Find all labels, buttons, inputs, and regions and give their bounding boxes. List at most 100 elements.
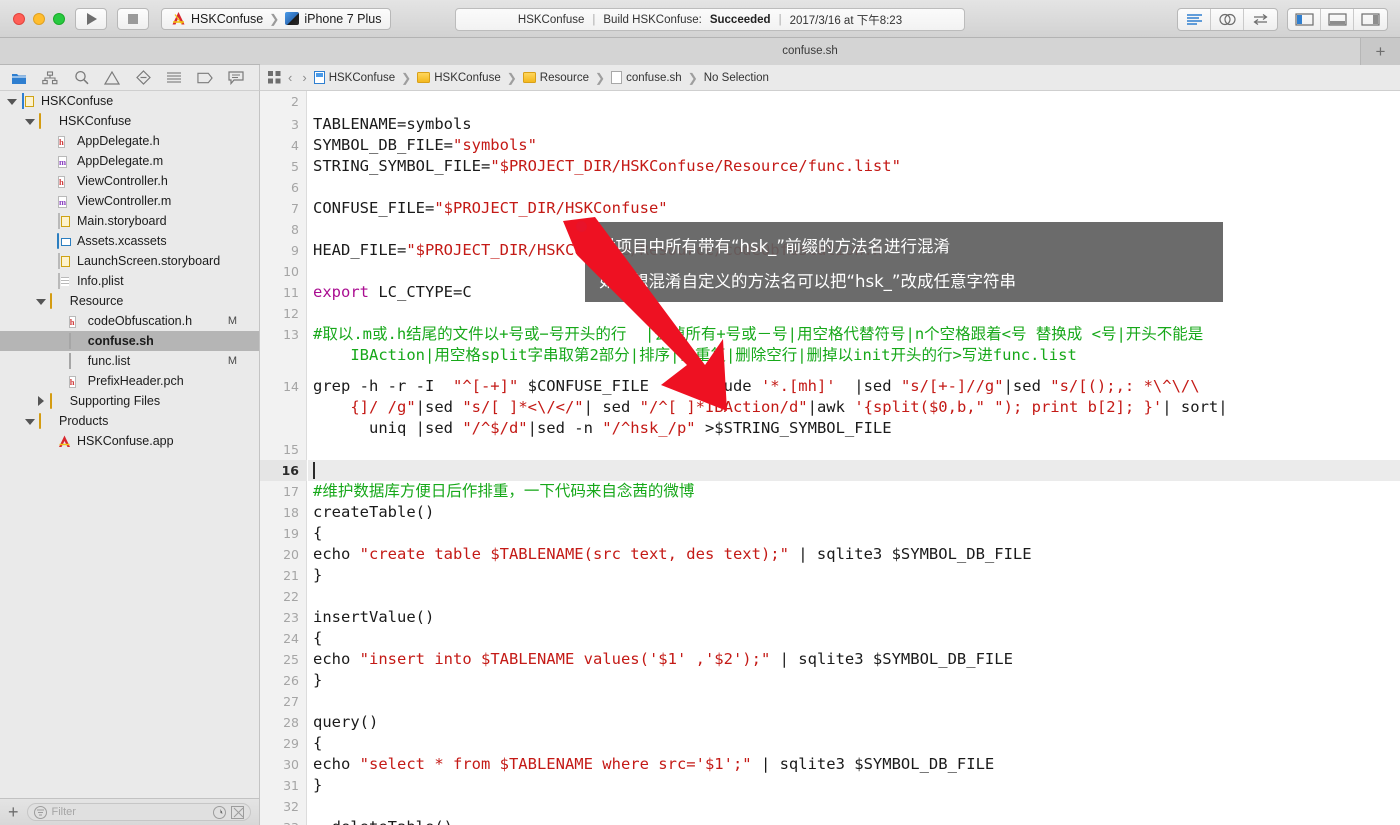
- sidebar-item-codeobfuscation-h[interactable]: h codeObfuscation.h M: [0, 311, 259, 331]
- utilities-panel-toggle[interactable]: [1354, 9, 1387, 30]
- document-icon: [68, 332, 71, 349]
- symbol-navigator-icon[interactable]: [42, 70, 58, 86]
- breadcrumb-label: No Selection: [703, 71, 769, 84]
- line-number: 12: [283, 306, 299, 321]
- code-line[interactable]: createTable(): [313, 502, 434, 523]
- minimize-window-button[interactable]: [33, 12, 45, 25]
- sidebar-item-func-list[interactable]: func.list M: [0, 351, 259, 371]
- code-line[interactable]: echo "select * from $TABLENAME where src…: [313, 754, 994, 775]
- code-line[interactable]: IBAction|用空格split字串取第2部分|排序|去重复|删除空行|删掉以…: [313, 345, 1076, 366]
- code-line[interactable]: uniq |sed "/^$/d"|sed -n "/^hsk_/p" >$ST…: [313, 418, 892, 439]
- disclosure-triangle-closed[interactable]: [36, 395, 47, 407]
- scheme-selector[interactable]: HSKConfuse ❯ iPhone 7 Plus: [161, 7, 392, 30]
- new-tab-button[interactable]: +: [1360, 37, 1400, 65]
- code-line[interactable]: #取以.m或.h结尾的文件以+号或−号开头的行 |去掉所有+号或－号|用空格代替…: [313, 324, 1203, 345]
- project-navigator-icon[interactable]: [11, 70, 27, 86]
- sidebar-item-hskconfuse-app[interactable]: HSKConfuse.app: [0, 431, 259, 451]
- sidebar-item-viewcontroller-h[interactable]: h ViewController.h: [0, 171, 259, 191]
- stop-button[interactable]: [117, 7, 149, 30]
- code-line[interactable]: query(): [313, 712, 378, 733]
- disclosure-triangle-open[interactable]: [35, 296, 47, 307]
- sidebar-item-resource[interactable]: Resource: [0, 291, 259, 311]
- clock-icon[interactable]: [213, 805, 226, 819]
- sidebar-item-launchscreen-storyboard[interactable]: LaunchScreen.storyboard: [0, 251, 259, 271]
- sidebar-item-info-plist[interactable]: Info.plist: [0, 271, 259, 291]
- line-number: 27: [283, 694, 299, 709]
- debug-navigator-icon[interactable]: [166, 70, 182, 86]
- disclosure-triangle-open[interactable]: [25, 416, 36, 427]
- test-navigator-icon[interactable]: [135, 70, 151, 86]
- code-line[interactable]: grep -h -r -I "^[-+]" $CONFUSE_FILE --in…: [313, 376, 1200, 397]
- assistant-editor-button[interactable]: [1211, 9, 1244, 30]
- code-line[interactable]: }: [313, 775, 322, 796]
- breadcrumb-item-resource[interactable]: Resource ❯: [522, 71, 607, 85]
- disclosure-triangle-open[interactable]: [7, 96, 18, 107]
- sidebar-item-label: Products: [59, 414, 109, 428]
- related-items-icon[interactable]: [268, 71, 281, 84]
- debug-panel-toggle[interactable]: [1321, 9, 1354, 30]
- project-navigator[interactable]: HSKConfuse HSKConfuse h AppDelegate.h m AppDe…: [0, 91, 260, 798]
- stop-square-icon: [128, 13, 138, 24]
- code-line[interactable]: SYMBOL_DB_FILE="symbols": [313, 135, 537, 156]
- sidebar-item-supporting-files[interactable]: Supporting Files: [0, 391, 259, 411]
- code-line[interactable]: echo "insert into $TABLENAME values('$1'…: [313, 649, 1013, 670]
- code-line[interactable]: #维护数据库方便日后作排重，一下代码来自念茜的微博: [313, 481, 694, 502]
- sidebar-item-appdelegate-h[interactable]: h AppDelegate.h: [0, 131, 259, 151]
- filter-input[interactable]: Filter: [26, 803, 251, 821]
- navigate-back-button[interactable]: ‹: [285, 70, 295, 85]
- close-window-button[interactable]: [13, 12, 25, 25]
- code-line[interactable]: CONFUSE_FILE="$PROJECT_DIR/HSKConfuse": [313, 198, 668, 219]
- sidebar-item-appdelegate-m[interactable]: m AppDelegate.m: [0, 151, 259, 171]
- code-line[interactable]: {: [313, 733, 322, 754]
- navigator-panel-toggle[interactable]: [1288, 9, 1321, 30]
- code-line[interactable]: {: [313, 523, 322, 544]
- breakpoint-navigator-icon[interactable]: [197, 70, 213, 86]
- run-button[interactable]: [75, 7, 107, 30]
- code-line[interactable]: {]/ /g"|sed "s/[ ]*<\/</"| sed "/^[ ]*IB…: [313, 397, 1227, 418]
- sidebar-item-products[interactable]: Products: [0, 411, 259, 431]
- find-navigator-icon[interactable]: [73, 70, 89, 86]
- navigate-forward-button[interactable]: ›: [299, 70, 309, 85]
- sidebar-item-viewcontroller-m[interactable]: m ViewController.m: [0, 191, 259, 211]
- breadcrumb-item-project[interactable]: HSKConfuse ❯: [313, 71, 414, 85]
- sidebar-item-prefixheader-pch[interactable]: h PrefixHeader.pch: [0, 371, 259, 391]
- sidebar-item-confuse-sh[interactable]: confuse.sh: [0, 331, 259, 351]
- code-line[interactable]: {: [313, 628, 322, 649]
- folder-icon: [39, 412, 41, 429]
- code-line[interactable]: echo "create table $TABLENAME(src text, …: [313, 544, 1032, 565]
- line-number: 14: [283, 379, 299, 394]
- code-line[interactable]: }: [313, 670, 322, 691]
- source-control-icon[interactable]: [231, 805, 244, 819]
- report-navigator-icon[interactable]: [228, 70, 244, 86]
- disclosure-triangle-open[interactable]: [25, 116, 36, 127]
- issue-navigator-icon[interactable]: [104, 70, 120, 86]
- code-line[interactable]: export LC_CTYPE=C: [313, 282, 472, 303]
- breadcrumb-item-file[interactable]: confuse.sh ❯: [611, 71, 700, 85]
- code-line[interactable]: deleteTable(): [313, 817, 453, 825]
- maximize-window-button[interactable]: [53, 12, 65, 25]
- sidebar-item-main-storyboard[interactable]: Main.storyboard: [0, 211, 259, 231]
- add-file-button[interactable]: +: [8, 803, 19, 821]
- code-line[interactable]: }: [313, 565, 322, 586]
- code-line[interactable]: TABLENAME=symbols: [313, 114, 472, 135]
- line-number: 19: [283, 526, 299, 541]
- code-content[interactable]: TABLENAME=symbols SYMBOL_DB_FILE="symbols…: [308, 91, 1400, 825]
- breadcrumb: ‹ › HSKConfuse ❯ HSKConfuse ❯ Resource ❯…: [260, 65, 1400, 91]
- code-line[interactable]: insertValue(): [313, 607, 434, 628]
- sidebar-item-hskconfuse[interactable]: HSKConfuse: [0, 111, 259, 131]
- sidebar-item-hskconfuse[interactable]: HSKConfuse: [0, 91, 259, 111]
- standard-editor-button[interactable]: [1178, 9, 1211, 30]
- line-number: 5: [291, 159, 299, 174]
- code-line[interactable]: STRING_SYMBOL_FILE="$PROJECT_DIR/HSKConf…: [313, 156, 901, 177]
- sidebar-item-assets-xcassets[interactable]: Assets.xcassets: [0, 231, 259, 251]
- source-editor[interactable]: 2 3 4 5 6 7 8 9 10 11 12 13 14 15 16 17 18 19 20 21 22 23 24 25…: [260, 91, 1400, 825]
- tab-confuse-sh[interactable]: confuse.sh: [260, 37, 1360, 65]
- breadcrumb-item-selection[interactable]: No Selection: [704, 72, 769, 84]
- version-editor-button[interactable]: [1244, 9, 1277, 30]
- breadcrumb-item-group[interactable]: HSKConfuse ❯: [417, 71, 519, 85]
- window-titlebar: HSKConfuse ❯ iPhone 7 Plus HSKConfuse | …: [0, 0, 1400, 38]
